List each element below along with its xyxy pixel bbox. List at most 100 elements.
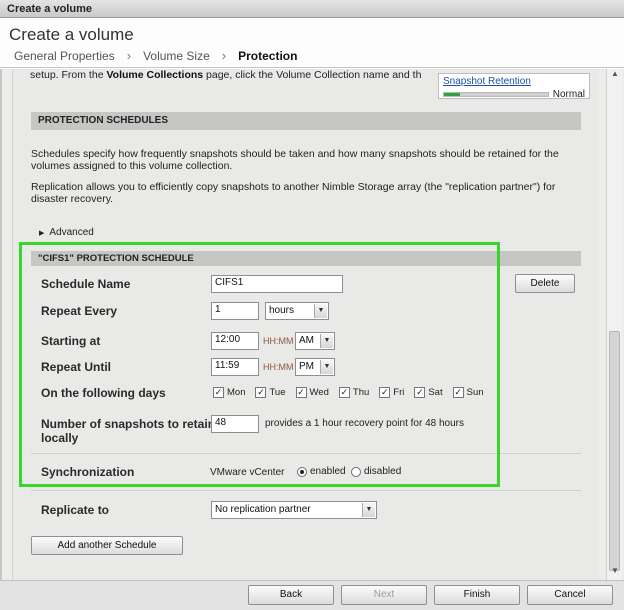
checkbox-checked-icon[interactable]: ✓ bbox=[295, 387, 307, 398]
days-label: On the following days bbox=[41, 386, 166, 400]
retention-fill bbox=[444, 93, 460, 96]
checkbox-checked-icon[interactable]: ✓ bbox=[338, 387, 350, 398]
retention-row: Normal bbox=[443, 89, 585, 100]
add-schedule-button[interactable]: Add another Schedule bbox=[31, 536, 183, 555]
day-label: Sun bbox=[466, 387, 484, 398]
checkbox-checked-icon[interactable]: ✓ bbox=[255, 387, 267, 398]
cancel-button[interactable]: Cancel bbox=[527, 585, 613, 605]
back-button[interactable]: Back bbox=[248, 585, 334, 605]
vmware-vcenter-label: VMware vCenter bbox=[210, 467, 285, 478]
day-sun[interactable]: ✓ Sun bbox=[452, 387, 484, 398]
sync-enabled-label: enabled bbox=[310, 466, 346, 477]
replicate-to-value: No replication partner bbox=[215, 504, 311, 515]
starting-ampm-select[interactable]: AM ▼ bbox=[295, 332, 335, 350]
recovery-point-text: provides a 1 hour recovery point for 48 … bbox=[265, 418, 464, 429]
day-tue[interactable]: ✓ Tue bbox=[255, 387, 286, 398]
chevron-down-icon: ▼ bbox=[362, 503, 375, 517]
window-title: Create a volume bbox=[0, 0, 624, 18]
scroll-up-icon[interactable]: ▲ bbox=[608, 69, 622, 83]
retention-bar bbox=[443, 92, 549, 97]
wizard-header: Create a volume General Properties › Vol… bbox=[0, 18, 624, 68]
chevron-right-icon: › bbox=[126, 48, 132, 63]
advanced-label: Advanced bbox=[49, 227, 94, 238]
intro-text: setup. From the Volume Collections page,… bbox=[30, 69, 421, 81]
sync-disabled-option[interactable]: disabled bbox=[351, 466, 401, 477]
intro-text-part: setup. From the bbox=[30, 69, 107, 81]
repeat-every-input[interactable]: 1 bbox=[211, 302, 259, 320]
repeat-until-label: Repeat Until bbox=[41, 360, 112, 374]
chevron-right-icon: › bbox=[221, 48, 227, 63]
intro-text-part: page, click the Volume Collection name a… bbox=[203, 69, 422, 81]
replicate-to-label: Replicate to bbox=[41, 503, 110, 517]
delete-button[interactable]: Delete bbox=[515, 274, 575, 293]
retention-status: Normal bbox=[552, 89, 585, 100]
step-protection[interactable]: Protection bbox=[238, 49, 297, 63]
day-wed[interactable]: ✓ Wed bbox=[295, 387, 329, 398]
day-sat[interactable]: ✓ Sat bbox=[414, 387, 443, 398]
retain-label-line: Number of snapshots to retain bbox=[41, 417, 216, 431]
retain-count-input[interactable]: 48 bbox=[211, 415, 259, 433]
snapshot-retention-widget: Snapshot Retention Normal bbox=[438, 73, 590, 100]
radio-selected-icon[interactable] bbox=[297, 466, 307, 477]
step-general-properties[interactable]: General Properties bbox=[14, 49, 115, 63]
day-mon[interactable]: ✓ Mon bbox=[213, 387, 245, 398]
schedule-name-label: Schedule Name bbox=[41, 277, 131, 291]
day-label: Wed bbox=[309, 387, 329, 398]
schedule-header: "CIFS1" PROTECTION SCHEDULE bbox=[31, 251, 581, 266]
divider bbox=[31, 490, 581, 491]
sync-enabled-option[interactable]: enabled bbox=[297, 466, 346, 477]
finish-button[interactable]: Finish bbox=[434, 585, 520, 605]
wizard-footer: Back Next Finish Cancel bbox=[0, 580, 624, 610]
checkbox-checked-icon[interactable]: ✓ bbox=[452, 387, 464, 398]
retain-snapshots-label: Number of snapshots to retain locally bbox=[41, 417, 215, 445]
schedule-name-input[interactable]: CIFS1 bbox=[211, 275, 343, 293]
repeat-until-ampm-select[interactable]: PM ▼ bbox=[295, 358, 335, 376]
repeat-until-time-format: HH:MM bbox=[263, 362, 294, 372]
synchronization-label: Synchronization bbox=[41, 465, 135, 479]
days-checkbox-group: ✓ Mon ✓ Tue ✓ Wed ✓ Thu ✓ Fri ✓ Sat ✓ Sun bbox=[213, 387, 494, 398]
schedules-description: Schedules specify how frequently snapsho… bbox=[31, 148, 559, 172]
chevron-down-icon: ▼ bbox=[320, 334, 333, 348]
intro-text-bold: Volume Collections bbox=[106, 69, 204, 81]
next-button[interactable]: Next bbox=[341, 585, 427, 605]
starting-time-format: HH:MM bbox=[263, 336, 294, 346]
day-label: Thu bbox=[352, 387, 370, 398]
replication-description: Replication allows you to efficiently co… bbox=[31, 181, 556, 205]
day-label: Fri bbox=[393, 387, 405, 398]
repeat-unit-value: hours bbox=[269, 305, 295, 316]
snapshot-retention-link[interactable]: Snapshot Retention bbox=[443, 76, 585, 87]
sync-disabled-label: disabled bbox=[364, 466, 402, 477]
checkbox-checked-icon[interactable]: ✓ bbox=[213, 387, 224, 398]
starting-time-input[interactable]: 12:00 bbox=[211, 332, 259, 350]
wizard-heading: Create a volume bbox=[9, 25, 134, 44]
starting-at-label: Starting at bbox=[41, 334, 101, 348]
checkbox-checked-icon[interactable]: ✓ bbox=[414, 387, 426, 398]
content-area: setup. From the Volume Collections page,… bbox=[0, 69, 624, 580]
scroll-down-icon[interactable]: ▼ bbox=[608, 566, 622, 580]
day-label: Mon bbox=[227, 387, 246, 398]
step-volume-size[interactable]: Volume Size bbox=[143, 49, 210, 63]
triangle-right-icon: ▶ bbox=[39, 229, 45, 237]
repeat-unit-select[interactable]: hours ▼ bbox=[265, 302, 329, 320]
retain-label-line: locally bbox=[41, 431, 79, 445]
repeat-until-ampm-value: PM bbox=[299, 361, 314, 372]
chevron-down-icon: ▼ bbox=[320, 360, 333, 374]
content-panel: setup. From the Volume Collections page,… bbox=[12, 69, 598, 580]
chevron-down-icon: ▼ bbox=[314, 304, 327, 318]
advanced-toggle[interactable]: ▶ Advanced bbox=[39, 227, 94, 238]
vertical-scrollbar[interactable]: ▲ ▼ bbox=[606, 69, 622, 580]
day-label: Sat bbox=[428, 387, 443, 398]
replicate-to-select[interactable]: No replication partner ▼ bbox=[211, 501, 377, 519]
repeat-every-label: Repeat Every bbox=[41, 304, 118, 318]
repeat-until-time-input[interactable]: 11:59 bbox=[211, 358, 259, 376]
day-label: Tue bbox=[269, 387, 286, 398]
breadcrumb: General Properties › Volume Size › Prote… bbox=[14, 48, 297, 63]
scroll-thumb[interactable] bbox=[609, 331, 620, 571]
day-thu[interactable]: ✓ Thu bbox=[338, 387, 370, 398]
checkbox-checked-icon[interactable]: ✓ bbox=[379, 387, 391, 398]
day-fri[interactable]: ✓ Fri bbox=[379, 387, 404, 398]
starting-ampm-value: AM bbox=[299, 335, 314, 346]
divider bbox=[31, 453, 581, 454]
radio-unselected-icon[interactable] bbox=[351, 466, 361, 477]
protection-schedules-header: PROTECTION SCHEDULES bbox=[31, 112, 581, 130]
